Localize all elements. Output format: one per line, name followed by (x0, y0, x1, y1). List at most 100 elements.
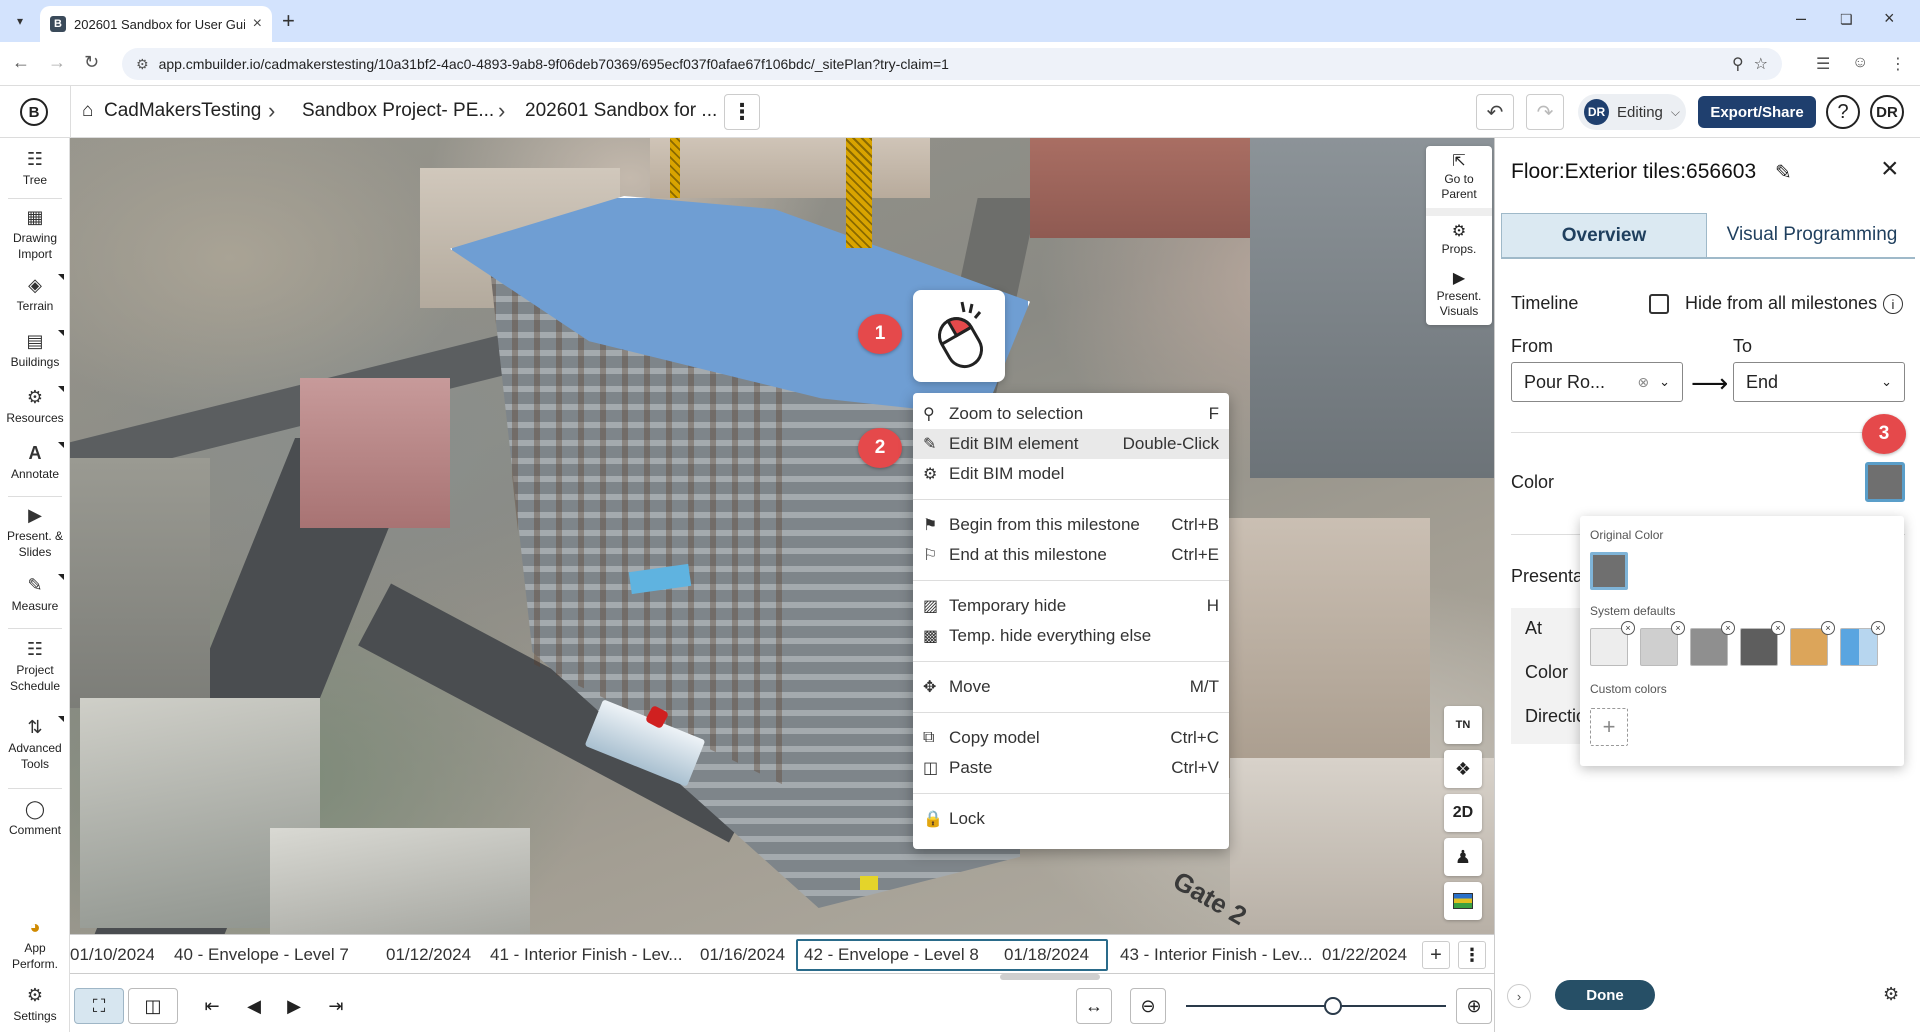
present-visuals-button[interactable]: ▶ Present. Visuals (1426, 263, 1492, 325)
add-milestone-icon[interactable]: + (1422, 941, 1450, 969)
view-cube-button[interactable]: ❖ (1444, 750, 1482, 788)
back-icon[interactable]: ← (12, 52, 30, 73)
remove-color-icon[interactable]: × (1671, 621, 1685, 635)
menu-hide-everything-else[interactable]: ▩ Temp. hide everything else (913, 621, 1229, 651)
bookmark-star-icon[interactable]: ☆ (1754, 54, 1768, 74)
from-milestone-select[interactable]: Pour Ro... ⊗ ⌄ (1511, 362, 1683, 402)
menu-end-milestone[interactable]: ⚐ End at this milestone Ctrl+E (913, 540, 1229, 570)
menu-lock[interactable]: 🔒 Lock (913, 804, 1229, 834)
remove-color-icon[interactable]: × (1721, 621, 1735, 635)
fit-timeline-icon[interactable]: ↔ (1076, 988, 1112, 1024)
milestone-item[interactable]: 40 - Envelope - Level 7 01/12/2024 (174, 939, 538, 971)
home-icon[interactable]: ⌂ (82, 100, 93, 122)
profile-icon[interactable]: ☺ (1852, 54, 1868, 72)
new-tab-icon[interactable]: + (282, 8, 295, 34)
tool-drawing-import[interactable]: ▦ Drawing Import (0, 206, 70, 262)
milestone-item[interactable]: 01/10/2024 (70, 939, 154, 971)
tool-measure[interactable]: ✎ Measure (0, 574, 70, 614)
breadcrumb-more-icon[interactable]: ⋮ (724, 94, 760, 130)
tab-overview[interactable]: Overview (1501, 213, 1707, 257)
color-swatch-button[interactable] (1865, 462, 1905, 502)
zoom-in-icon[interactable]: ⊕ (1456, 988, 1492, 1024)
system-color-swatch[interactable] (1790, 628, 1828, 666)
remove-color-icon[interactable]: × (1621, 621, 1635, 635)
go-to-parent-button[interactable]: ⇱ Go to Parent (1426, 146, 1492, 208)
tool-terrain[interactable]: ◈ Terrain (0, 274, 70, 314)
system-color-swatch[interactable] (1640, 628, 1678, 666)
forward-icon[interactable]: → (48, 52, 66, 73)
menu-begin-milestone[interactable]: ⚑ Begin from this milestone Ctrl+B (913, 510, 1229, 540)
system-color-swatch[interactable] (1690, 628, 1728, 666)
menu-paste[interactable]: ◫ Paste Ctrl+V (913, 753, 1229, 783)
clear-icon[interactable]: ⊗ (1637, 374, 1649, 391)
restore-icon[interactable]: ❏ (1840, 11, 1853, 28)
browser-tab[interactable]: B 202601 Sandbox for User Guide × (40, 6, 272, 42)
system-color-swatch[interactable] (1840, 628, 1878, 666)
minimize-icon[interactable]: – (1796, 8, 1806, 29)
props-button[interactable]: ⚙ Props. (1426, 216, 1492, 263)
tool-presentation[interactable]: ▶ Present. & Slides (0, 504, 70, 560)
undo-icon[interactable]: ↶ (1476, 94, 1514, 130)
close-panel-icon[interactable]: × (1881, 152, 1899, 186)
breadcrumb-project[interactable]: Sandbox Project- PE... (302, 100, 494, 122)
menu-edit-bim-element[interactable]: ✎ Edit BIM element Double-Click (913, 429, 1229, 459)
tab-search-icon[interactable]: ▾ (8, 9, 32, 33)
tool-project-schedule[interactable]: ☷ Project Schedule (0, 638, 70, 694)
window-close-icon[interactable]: × (1884, 8, 1895, 29)
tool-buildings[interactable]: ▤ Buildings (0, 330, 70, 370)
tool-resources[interactable]: ⚙ Resources (0, 386, 70, 426)
rename-pencil-icon[interactable]: ✎ (1775, 160, 1792, 185)
system-color-swatch[interactable] (1740, 628, 1778, 666)
3d-viewport[interactable]: + Gate 2 (70, 138, 1494, 934)
panel-options-icon[interactable]: ⚙ (1883, 984, 1899, 1005)
menu-edit-bim-model[interactable]: ⚙ Edit BIM model (913, 459, 1229, 489)
menu-temporary-hide[interactable]: ▨ Temporary hide H (913, 591, 1229, 621)
menu-copy-model[interactable]: ⧉ Copy model Ctrl+C (913, 723, 1229, 753)
tool-annotate[interactable]: A Annotate (0, 442, 70, 482)
original-color-swatch[interactable] (1590, 552, 1628, 590)
site-info-icon[interactable]: ⚙ (136, 56, 149, 73)
zoom-icon[interactable]: ⚲ (1732, 54, 1744, 74)
tool-settings[interactable]: ⚙ Settings (0, 984, 70, 1024)
help-icon[interactable]: ? (1826, 95, 1860, 129)
milestone-item-active[interactable]: 42 - Envelope - Level 8 01/18/2024 (796, 939, 1108, 971)
breadcrumb-model[interactable]: 202601 Sandbox for ... (525, 100, 717, 122)
pedestrian-button[interactable]: ♟ (1444, 838, 1482, 876)
system-color-swatch[interactable] (1590, 628, 1628, 666)
tool-advanced[interactable]: ⇅ Advanced Tools (0, 716, 70, 772)
done-button[interactable]: Done (1555, 980, 1655, 1010)
timeline-more-icon[interactable]: ⋮ (1458, 941, 1486, 969)
layers-button[interactable] (1444, 882, 1482, 920)
menu-zoom-to-selection[interactable]: ⚲ Zoom to selection F (913, 399, 1229, 429)
tool-app-performance[interactable]: ◕ App Perform. (0, 916, 70, 972)
export-share-button[interactable]: Export/Share (1698, 96, 1816, 128)
timeline-zoom-slider[interactable] (1186, 1005, 1446, 1007)
add-custom-color-icon[interactable]: + (1590, 708, 1628, 746)
2d-toggle-button[interactable]: 2D (1444, 794, 1482, 832)
to-milestone-select[interactable]: End ⌄ (1733, 362, 1905, 402)
last-milestone-icon[interactable]: ⇥ (318, 988, 354, 1024)
next-milestone-icon[interactable]: ▶ (276, 988, 312, 1024)
breadcrumb-org[interactable]: CadMakersTesting (104, 100, 261, 122)
site-view-button[interactable]: ⛶ (74, 988, 124, 1024)
remove-color-icon[interactable]: × (1871, 621, 1885, 635)
milestone-item[interactable]: 43 - Interior Finish - Lev... 01/22/2024 (1120, 939, 1420, 971)
remove-color-icon[interactable]: × (1821, 621, 1835, 635)
hide-all-milestones-checkbox[interactable] (1649, 294, 1669, 314)
first-milestone-icon[interactable]: ⇤ (194, 988, 230, 1024)
tab-visual-programming[interactable]: Visual Programming (1709, 213, 1915, 257)
tool-tree[interactable]: ☷ Tree (0, 148, 70, 188)
tab-close-icon[interactable]: × (253, 15, 262, 33)
menu-move[interactable]: ✥ Move M/T (913, 672, 1229, 702)
remove-color-icon[interactable]: × (1771, 621, 1785, 635)
info-icon[interactable]: i (1883, 294, 1903, 314)
media-icon[interactable]: ☰ (1816, 54, 1830, 74)
browser-menu-icon[interactable]: ⋮ (1890, 54, 1906, 74)
tool-comment[interactable]: ◯ Comment (0, 798, 70, 838)
reload-icon[interactable]: ↻ (84, 52, 99, 73)
mode-dropdown[interactable]: DR Editing ⌵ (1578, 94, 1686, 130)
slides-view-button[interactable]: ◫ (128, 988, 178, 1024)
zoom-out-icon[interactable]: ⊖ (1130, 988, 1166, 1024)
previous-milestone-icon[interactable]: ◀ (236, 988, 272, 1024)
app-logo[interactable]: B (20, 98, 48, 126)
